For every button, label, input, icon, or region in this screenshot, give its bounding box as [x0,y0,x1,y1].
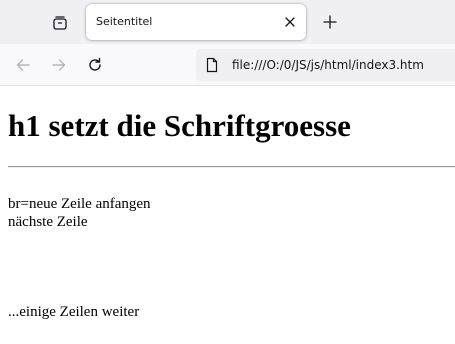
page-heading: h1 setzt die Schriftgroesse [8,108,351,143]
arrow-left-icon [16,59,30,71]
tab-overview-icon [53,16,67,30]
horizontal-rule [8,166,455,168]
text-line-2: nächste Zeile [8,214,88,230]
page-content: h1 setzt die Schriftgroesse br=neue Zeil… [0,86,455,344]
reload-button[interactable] [81,51,109,79]
close-icon [285,17,295,27]
tab-title: Seitentitel [96,15,153,28]
url-text[interactable]: file:///O:/0/JS/js/html/index3.htm [232,49,424,81]
tab-active[interactable]: Seitentitel [86,4,306,40]
page-icon [204,57,220,73]
tab-strip: Seitentitel [0,0,455,44]
url-bar[interactable]: file:///O:/0/JS/js/html/index3.htm [196,49,455,81]
navigation-toolbar: file:///O:/0/JS/js/html/index3.htm [0,44,455,86]
text-line-3: ...einige Zeilen weiter [8,304,140,320]
plus-icon [323,15,337,29]
arrow-right-icon [52,59,66,71]
reload-icon [89,57,101,71]
tab-close-button[interactable] [280,12,300,32]
back-button[interactable] [9,51,37,79]
text-line-1: br=neue Zeile anfangen [8,196,151,212]
tab-overview-button[interactable] [44,8,76,38]
new-tab-button[interactable] [316,8,344,36]
browser-window: Seitentitel file:///O:/0/JS/js/html/inde… [0,0,455,344]
forward-button[interactable] [45,51,73,79]
